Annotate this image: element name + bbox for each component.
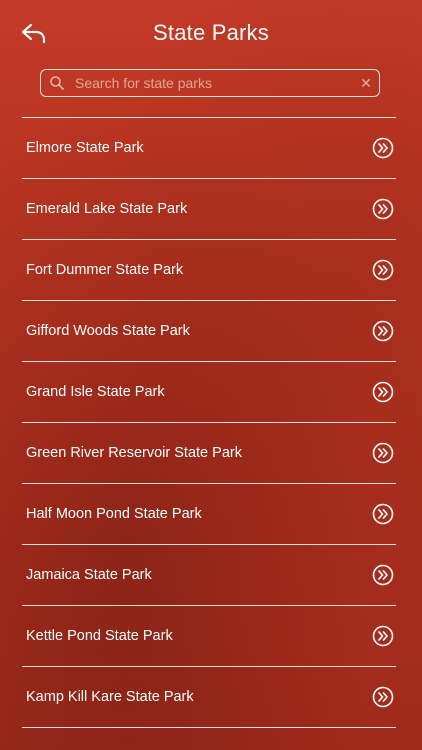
list-item[interactable]: Kettle Pond State Park — [22, 606, 396, 667]
double-chevron-right-icon[interactable] — [372, 625, 394, 647]
double-chevron-right-icon[interactable] — [372, 564, 394, 586]
double-chevron-right-icon[interactable] — [372, 381, 394, 403]
list-item[interactable]: Grand Isle State Park — [22, 362, 396, 423]
list-item[interactable]: Gifford Woods State Park — [22, 301, 396, 362]
list-item[interactable]: Emerald Lake State Park — [22, 179, 396, 240]
park-name: Jamaica State Park — [26, 567, 152, 583]
list-item[interactable]: Green River Reservoir State Park — [22, 423, 396, 484]
double-chevron-right-icon[interactable] — [372, 198, 394, 220]
list-item[interactable]: Elmore State Park — [22, 118, 396, 179]
search-icon — [49, 75, 67, 91]
state-parks-screen: State Parks ✕ Elmore State Park Emerald … — [0, 0, 422, 750]
park-name: Emerald Lake State Park — [26, 201, 188, 217]
double-chevron-right-icon[interactable] — [372, 137, 394, 159]
page-title: State Parks — [153, 20, 269, 45]
search-bar: ✕ — [40, 69, 380, 97]
park-name: Kettle Pond State Park — [26, 628, 173, 644]
park-name: Half Moon Pond State Park — [26, 506, 202, 522]
double-chevron-right-icon[interactable] — [372, 686, 394, 708]
header: State Parks — [0, 0, 422, 66]
park-name: Kamp Kill Kare State Park — [26, 689, 194, 705]
park-name: Elmore State Park — [26, 140, 144, 156]
double-chevron-right-icon[interactable] — [372, 259, 394, 281]
park-name: Green River Reservoir State Park — [26, 445, 242, 461]
list-item[interactable]: Kamp Kill Kare State Park — [22, 667, 396, 728]
park-name: Fort Dummer State Park — [26, 262, 184, 278]
park-name: Grand Isle State Park — [26, 384, 165, 400]
park-name: Gifford Woods State Park — [26, 323, 190, 339]
park-list: Elmore State Park Emerald Lake State Par… — [22, 117, 396, 728]
list-item[interactable]: Jamaica State Park — [22, 545, 396, 606]
list-item[interactable]: Half Moon Pond State Park — [22, 484, 396, 545]
double-chevron-right-icon[interactable] — [372, 503, 394, 525]
double-chevron-right-icon[interactable] — [372, 320, 394, 342]
list-item[interactable]: Fort Dummer State Park — [22, 240, 396, 301]
double-chevron-right-icon[interactable] — [372, 442, 394, 464]
search-input[interactable] — [67, 71, 353, 95]
clear-icon[interactable]: ✕ — [353, 71, 379, 95]
